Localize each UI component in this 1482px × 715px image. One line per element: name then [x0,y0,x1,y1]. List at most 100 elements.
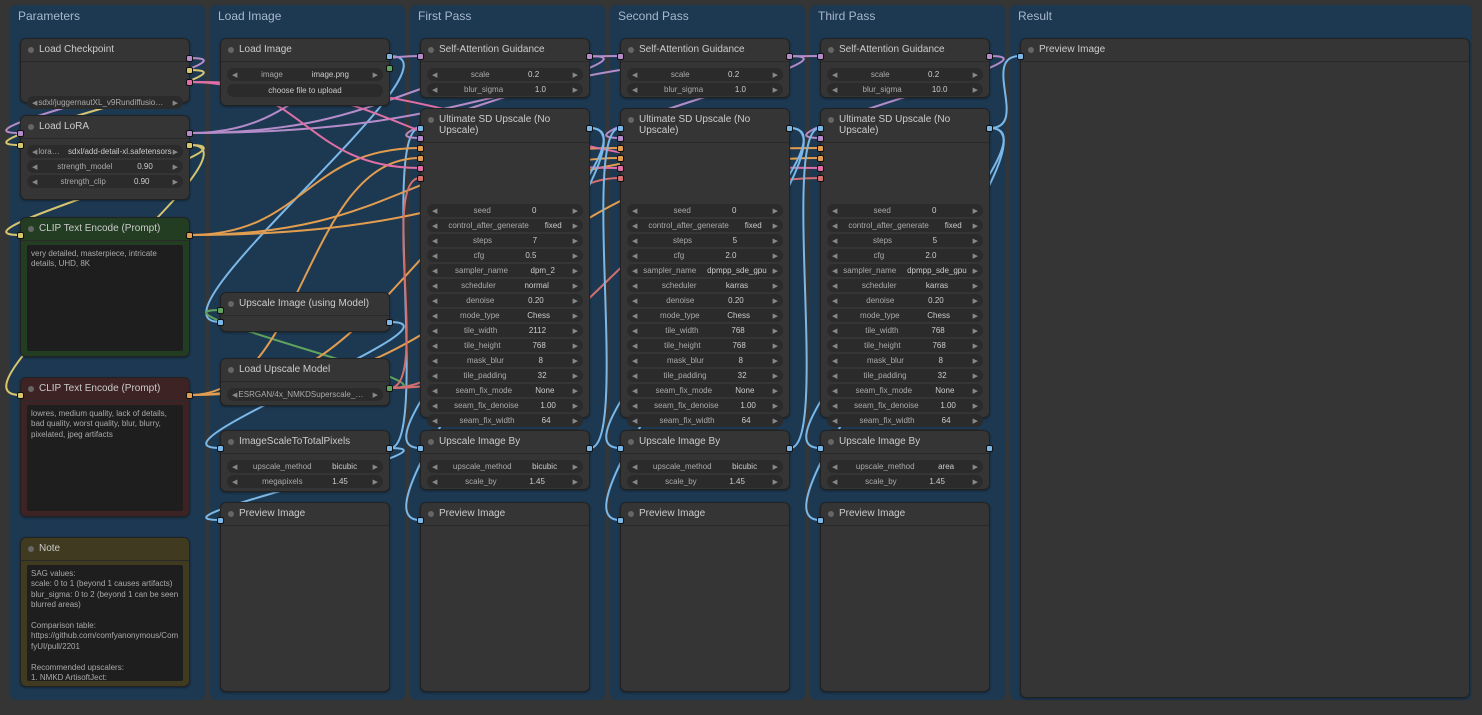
node-lupm[interactable]: Load Upscale ModelESRGAN/4x_NMKDSupersca… [220,358,390,406]
output-port[interactable] [186,142,193,149]
collapse-icon[interactable] [828,117,834,123]
param-seam-fix-denoise[interactable]: seam_fix_denoise1.00 [627,399,783,412]
chevron-left-icon[interactable] [831,282,838,290]
chevron-left-icon[interactable] [831,417,838,425]
node-title[interactable]: Preview Image [421,503,589,526]
text-input[interactable] [27,405,183,511]
param-strength-clip[interactable]: strength_clip0.90 [27,175,183,188]
param-blur-sigma[interactable]: blur_sigma10.0 [827,83,983,96]
chevron-left-icon[interactable] [631,342,638,350]
chevron-left-icon[interactable] [431,478,438,486]
param-tile-padding[interactable]: tile_padding32 [827,369,983,382]
node-sag1[interactable]: Self-Attention Guidancescale0.2blur_sigm… [420,38,590,98]
param-seam-fix-mode[interactable]: seam_fix_modeNone [627,384,783,397]
chevron-left-icon[interactable] [831,237,838,245]
node-prev3[interactable]: Preview Image [820,502,990,692]
chevron-left-icon[interactable] [831,372,838,380]
chevron-right-icon[interactable] [372,478,379,486]
chevron-right-icon[interactable] [772,387,779,395]
chevron-left-icon[interactable] [431,327,438,335]
param-seam-fix-width[interactable]: seam_fix_width64 [827,414,983,427]
chevron-left-icon[interactable] [31,178,38,186]
chevron-right-icon[interactable] [972,297,979,305]
input-port[interactable] [17,130,24,137]
collapse-icon[interactable] [1028,47,1034,53]
chevron-left-icon[interactable] [831,267,838,275]
collapse-icon[interactable] [28,386,34,392]
chevron-left-icon[interactable] [831,71,838,79]
node-title[interactable]: CLIP Text Encode (Prompt) [21,218,189,241]
param-cfg[interactable]: cfg0.5 [427,249,583,262]
node-title[interactable]: ImageScaleToTotalPixels [221,431,389,454]
param-strength-model[interactable]: strength_model0.90 [27,160,183,173]
param-control-after-generate[interactable]: control_after_generatefixed [627,219,783,232]
chevron-left-icon[interactable] [831,463,838,471]
chevron-left-icon[interactable] [431,312,438,320]
chevron-left-icon[interactable] [831,387,838,395]
chevron-right-icon[interactable] [772,222,779,230]
chevron-right-icon[interactable] [572,387,579,395]
node-title[interactable]: Upscale Image By [421,431,589,454]
collapse-icon[interactable] [28,226,34,232]
param-cfg[interactable]: cfg2.0 [827,249,983,262]
input-port[interactable] [17,232,24,239]
chevron-right-icon[interactable] [772,417,779,425]
chevron-left-icon[interactable] [631,478,638,486]
param-mode-type[interactable]: mode_typeChess [827,309,983,322]
node-prev2[interactable]: Preview Image [620,502,790,692]
collapse-icon[interactable] [628,511,634,517]
chevron-right-icon[interactable] [972,312,979,320]
node-title[interactable]: Upscale Image (using Model) [221,293,389,316]
chevron-left-icon[interactable] [231,463,238,471]
chevron-right-icon[interactable] [172,148,179,156]
input-port[interactable] [417,145,424,152]
input-port[interactable] [417,125,424,132]
chevron-right-icon[interactable] [572,372,579,380]
chevron-left-icon[interactable] [431,342,438,350]
collapse-icon[interactable] [228,367,234,373]
chevron-left-icon[interactable] [631,237,638,245]
chevron-right-icon[interactable] [172,178,179,186]
param-upscale-method[interactable]: upscale_methodarea [827,460,983,473]
chevron-right-icon[interactable] [772,342,779,350]
param-tile-height[interactable]: tile_height768 [427,339,583,352]
node-sag3[interactable]: Self-Attention Guidancescale0.2blur_sigm… [820,38,990,98]
chevron-right-icon[interactable] [572,327,579,335]
chevron-left-icon[interactable] [431,387,438,395]
chevron-left-icon[interactable] [31,99,38,107]
chevron-left-icon[interactable] [431,86,438,94]
node-sag2[interactable]: Self-Attention Guidancescale0.2blur_sigm… [620,38,790,98]
chevron-left-icon[interactable] [831,478,838,486]
chevron-right-icon[interactable] [972,267,979,275]
input-port[interactable] [817,53,824,60]
node-title[interactable]: Preview Image [1021,39,1469,62]
param-lora-name[interactable]: lora_namesdxl/add-detail-xl.safetensors [27,145,183,158]
chevron-right-icon[interactable] [372,391,379,399]
collapse-icon[interactable] [828,47,834,53]
chevron-left-icon[interactable] [631,297,638,305]
param-tile-width[interactable]: tile_width768 [627,324,783,337]
chevron-left-icon[interactable] [431,417,438,425]
chevron-left-icon[interactable] [431,252,438,260]
input-port[interactable] [817,155,824,162]
param-sdxl-juggernautxl-v9rundiffusion-safetensors[interactable]: sdxl/juggernautXL_v9Rundiffusion.safeten… [27,96,183,109]
output-port[interactable] [186,130,193,137]
chevron-right-icon[interactable] [372,71,379,79]
output-port[interactable] [386,65,393,72]
input-port[interactable] [217,307,224,314]
node-title[interactable]: Self-Attention Guidance [421,39,589,62]
param-mode-type[interactable]: mode_typeChess [427,309,583,322]
input-port[interactable] [1017,53,1024,60]
chevron-left-icon[interactable] [431,357,438,365]
node-usd2[interactable]: Ultimate SD Upscale (No Upscale)seed0con… [620,108,790,418]
param-image[interactable]: imageimage.png [227,68,383,81]
output-port[interactable] [386,319,393,326]
chevron-right-icon[interactable] [372,463,379,471]
collapse-icon[interactable] [428,439,434,445]
node-title[interactable]: Upscale Image By [821,431,989,454]
input-port[interactable] [817,517,824,524]
node-title[interactable]: Load Image [221,39,389,62]
param-tile-padding[interactable]: tile_padding32 [427,369,583,382]
param-scale-by[interactable]: scale_by1.45 [427,475,583,488]
output-port[interactable] [186,392,193,399]
